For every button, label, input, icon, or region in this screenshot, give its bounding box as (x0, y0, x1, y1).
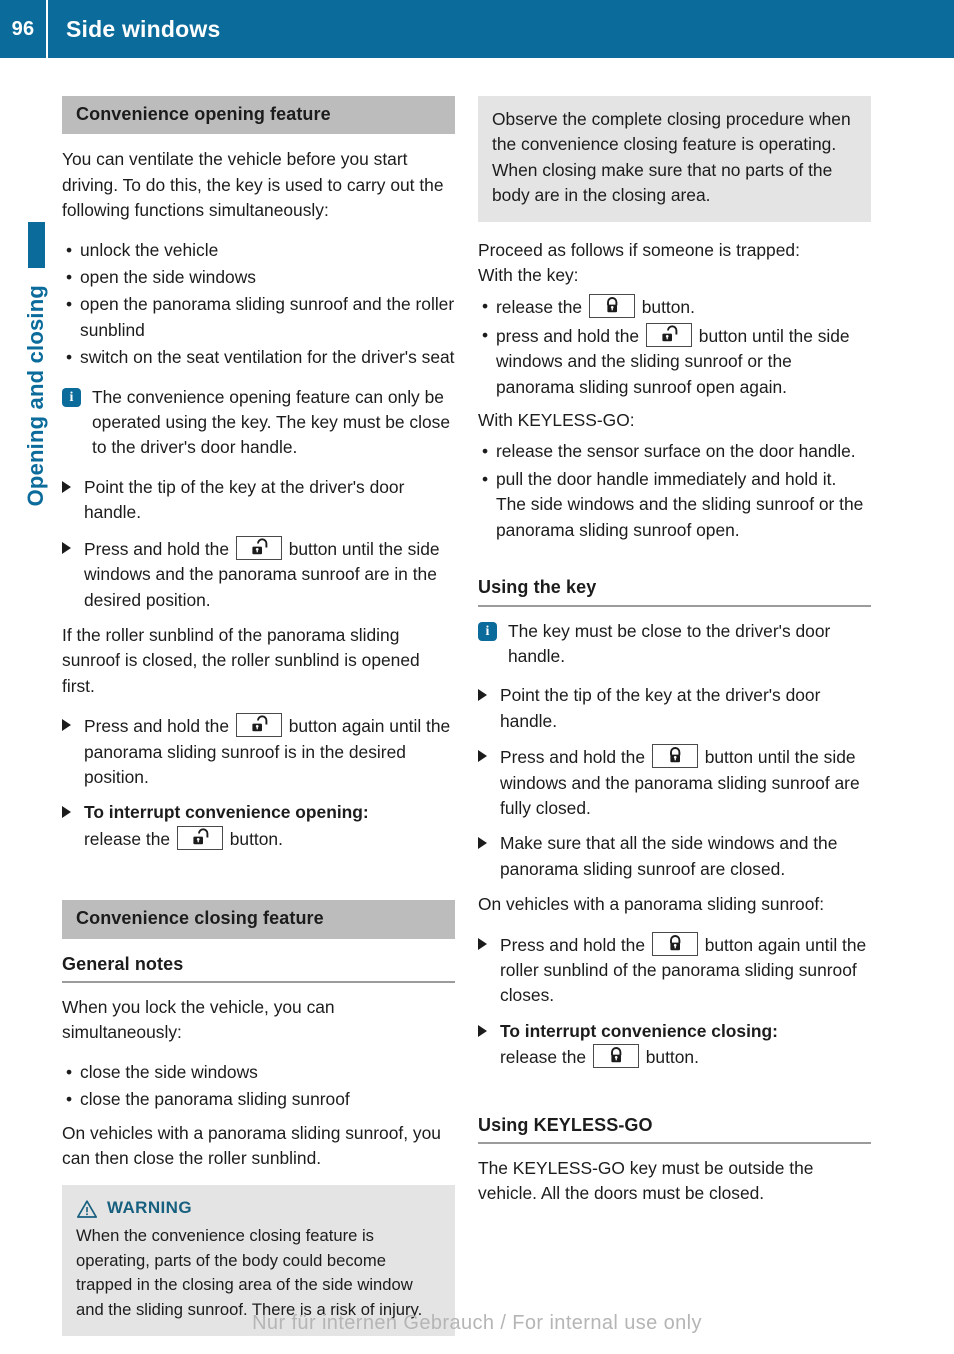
unlock-button-icon (235, 713, 282, 738)
step-triangle-icon (478, 689, 487, 702)
left-column: Convenience opening feature You can vent… (62, 96, 455, 1337)
subhead-rule (62, 980, 455, 983)
page-title: Side windows (66, 15, 221, 42)
step-text-pre: release the (500, 1047, 587, 1068)
section-header-convenience-opening: Convenience opening feature (62, 96, 455, 135)
step-text-pre: Press and hold the (500, 934, 646, 955)
with-key-list: release the button. press and hold the (478, 294, 871, 400)
list-item: switch on the seat ventilation for the d… (62, 345, 455, 371)
subhead-general-notes: General notes (62, 953, 184, 974)
step-triangle-icon (62, 480, 71, 493)
list-item-subtext: The side windows and the sliding sunroof… (496, 494, 864, 540)
warning-header: WARNING (76, 1196, 441, 1221)
step-interrupt-opening: To interrupt convenience opening: releas… (62, 800, 455, 852)
step-text-pre: Press and hold the (500, 747, 646, 768)
list-item: release the button. (478, 294, 871, 320)
warning-text: When the convenience closing feature is … (76, 1226, 423, 1319)
list-item: open the side windows (62, 265, 455, 291)
step-text-post: button. (229, 828, 283, 849)
closing-intro-paragraph: When you lock the vehicle, you can simul… (62, 996, 335, 1043)
keyless-intro-paragraph: With KEYLESS-GO: (478, 410, 635, 431)
unlock-button-icon (176, 825, 223, 850)
step-triangle-icon (62, 541, 71, 554)
step-text-post: button. (645, 1047, 699, 1068)
lock-button-icon (588, 294, 635, 319)
intro-paragraph: You can ventilate the vehicle before you… (62, 149, 444, 221)
chapter-tab-label: Opening and closing (16, 285, 56, 615)
step-make-sure-closed: Make sure that all the side windows and … (478, 831, 871, 882)
step-triangle-icon (478, 750, 487, 763)
list-item: release the sensor surface on the door h… (478, 439, 871, 465)
keyless-list: release the sensor surface on the door h… (478, 439, 871, 543)
proceed-paragraph-line2: With the key: (478, 265, 579, 286)
step-text: Make sure that all the side windows and … (500, 833, 838, 879)
list-item: close the side windows (62, 1060, 455, 1086)
step-point-key: Point the tip of the key at the driver's… (62, 475, 455, 526)
closing-roller-paragraph: On vehicles with a panorama sliding sunr… (62, 1122, 441, 1168)
step-triangle-icon (478, 837, 487, 850)
step-press-hold-lock-again: Press and hold the button again until th… (478, 931, 871, 1009)
closing-functions-list: close the side windows close the panoram… (62, 1060, 455, 1113)
list-item-text-post: button. (641, 297, 695, 318)
step-text-pre: release the (84, 828, 171, 849)
info-note: i The convenience opening feature can on… (62, 385, 455, 461)
unlock-button-icon (645, 322, 692, 347)
info-icon: i (478, 621, 497, 641)
list-item-text-pre: release the (496, 297, 583, 318)
info-note-text: The convenience opening feature can only… (92, 386, 451, 458)
warning-label: WARNING (107, 1198, 192, 1218)
step-press-hold-lock: Press and hold the button until the side… (478, 744, 871, 821)
step-bold-label: To interrupt convenience opening: (84, 802, 369, 823)
list-item-text: pull the door handle immediately and hol… (496, 468, 837, 489)
right-column: Observe the complete closing procedure w… (478, 96, 871, 1221)
step-text-pre: Press and hold the (84, 716, 230, 737)
subhead-rule (478, 604, 871, 607)
proceed-paragraph-line1: Proceed as follows if someone is trapped… (478, 239, 800, 260)
chapter-tab-marker (28, 222, 45, 268)
page-number: 96 (11, 17, 35, 40)
step-point-key: Point the tip of the key at the driver's… (478, 683, 871, 734)
keyless-go-paragraph: The KEYLESS-GO key must be outside the v… (478, 1158, 814, 1204)
subhead-using-the-key: Using the key (478, 577, 597, 598)
list-item: pull the door handle immediately and hol… (478, 467, 871, 543)
list-item: press and hold the button until the side… (478, 322, 871, 400)
step-triangle-icon (478, 937, 487, 950)
step-triangle-icon (62, 719, 71, 732)
info-note: i The key must be close to the driver's … (478, 619, 871, 670)
unlock-button-icon (235, 535, 282, 560)
roller-sunblind-paragraph: If the roller sunblind of the panorama s… (62, 624, 420, 696)
step-press-hold-unlock: Press and hold the button until the side… (62, 535, 455, 613)
list-item-text-pre: press and hold the (496, 325, 640, 346)
info-icon: i (62, 387, 81, 407)
step-press-hold-unlock-again: Press and hold the button again until th… (62, 713, 455, 790)
lock-button-icon (592, 1044, 639, 1069)
footer-watermark: Nur für internen Gebrauch / For internal… (252, 1312, 702, 1334)
step-triangle-icon (62, 806, 71, 819)
lock-button-icon (651, 744, 698, 769)
step-text: Point the tip of the key at the driver's… (500, 685, 821, 731)
step-interrupt-closing: To interrupt convenience closing: releas… (478, 1019, 871, 1071)
subhead-rule (478, 1142, 871, 1144)
panorama-vehicles-paragraph: On vehicles with a panorama sliding sunr… (478, 894, 825, 915)
chapter-tab-text: Opening and closing (23, 285, 48, 507)
step-text-pre: Press and hold the (84, 538, 230, 559)
step-text: Point the tip of the key at the driver's… (84, 476, 405, 523)
lock-button-icon (651, 931, 698, 956)
page-header: 96 Side windows (0, 0, 954, 58)
info-note-text: The key must be close to the driver's do… (508, 620, 831, 666)
warning-triangle-icon (76, 1200, 98, 1218)
closing-procedure-callout: Observe the complete closing procedure w… (478, 96, 871, 222)
step-bold-label: To interrupt convenience closing: (500, 1020, 778, 1041)
opening-functions-list: unlock the vehicle open the side windows… (62, 238, 455, 371)
step-triangle-icon (478, 1024, 487, 1037)
list-item: open the panorama sliding sunroof and th… (62, 292, 455, 343)
list-item: unlock the vehicle (62, 238, 455, 264)
list-item: close the panorama sliding sunroof (62, 1087, 455, 1113)
subhead-using-keyless-go: Using KEYLESS-GO (478, 1114, 653, 1135)
section-header-convenience-closing: Convenience closing feature (62, 900, 455, 939)
